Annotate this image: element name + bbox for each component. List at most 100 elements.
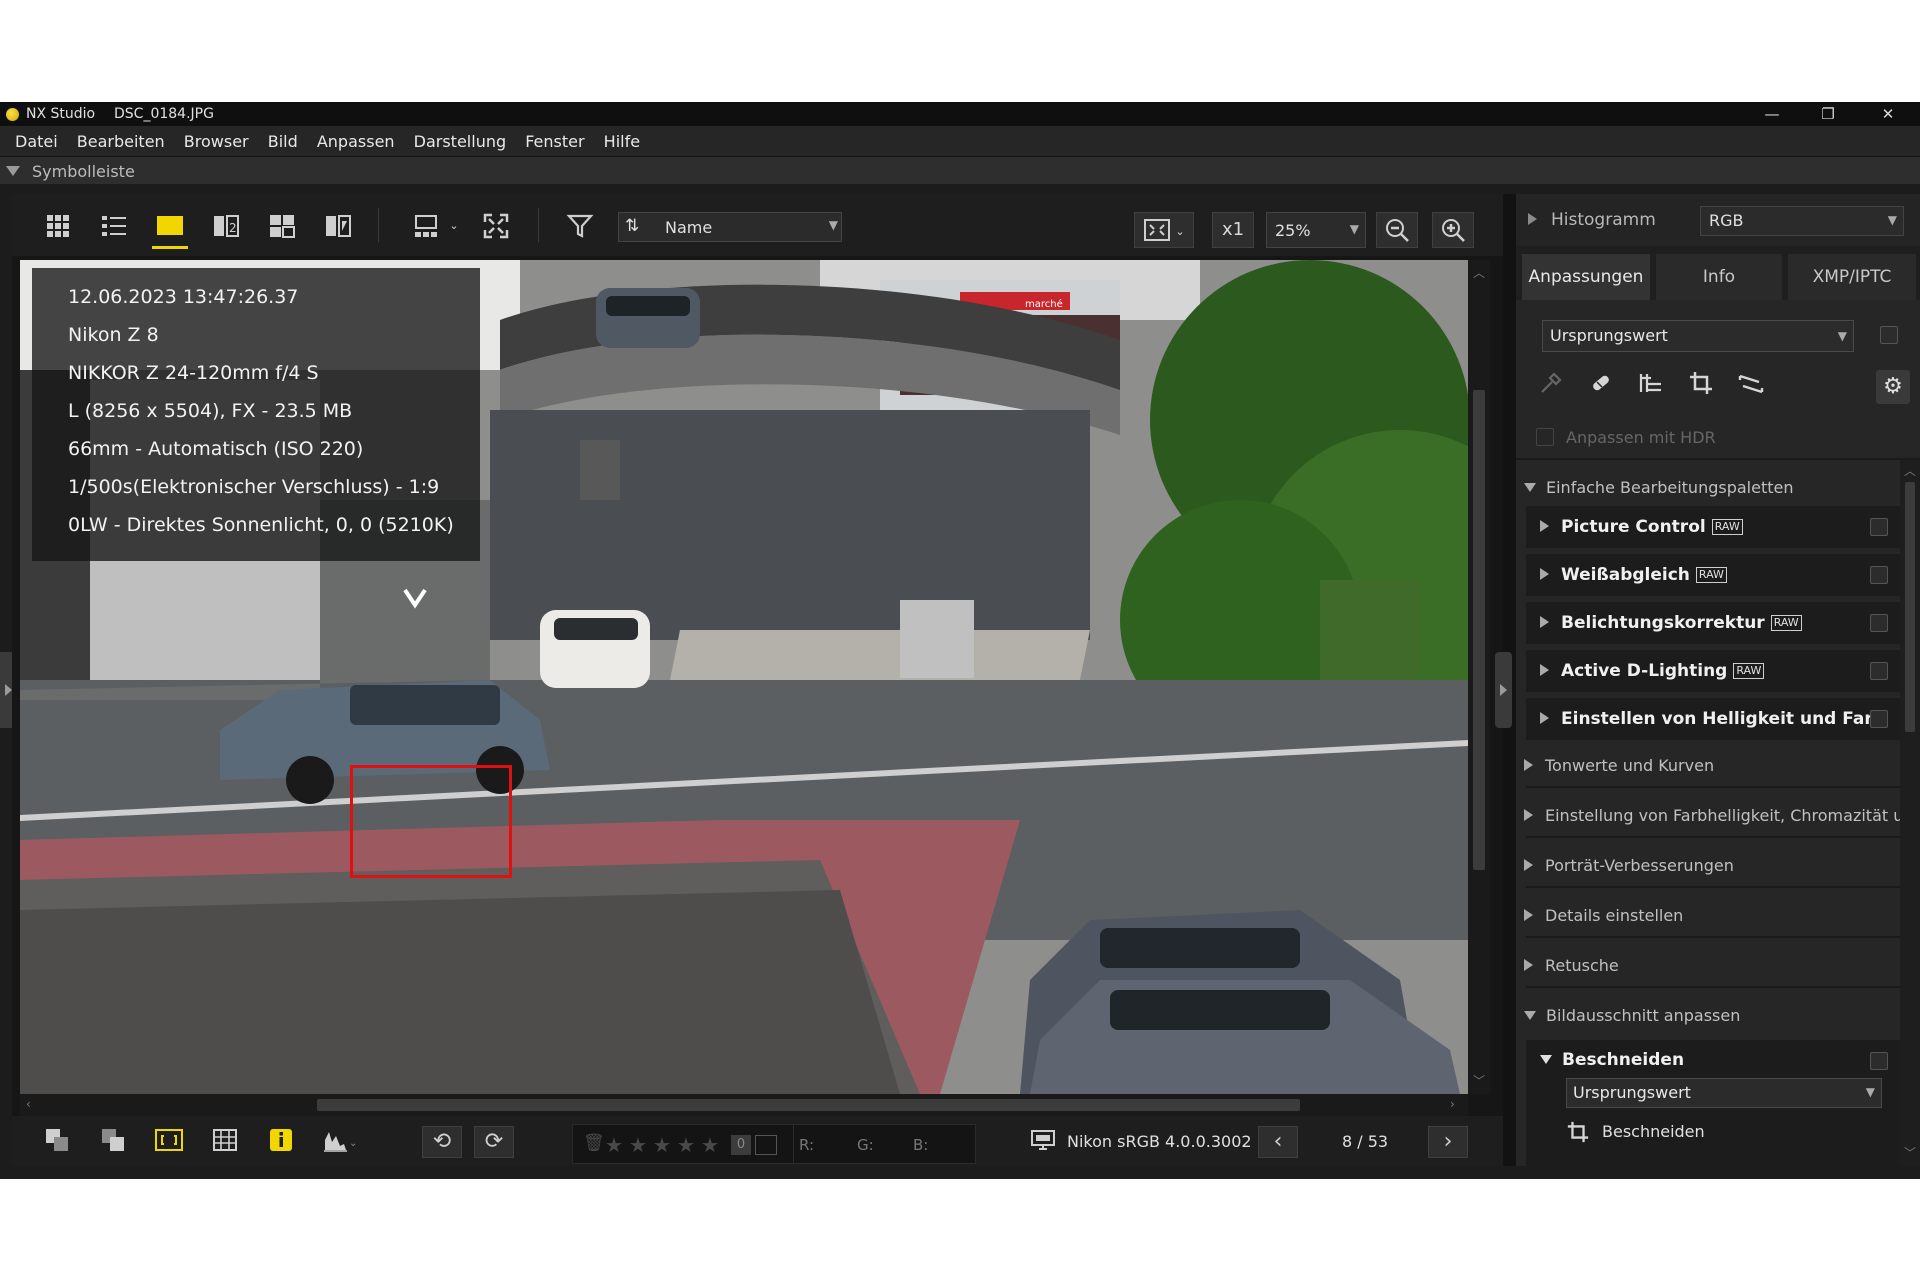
- focus-point-toggle-icon[interactable]: [154, 1126, 184, 1156]
- palette-white-balance[interactable]: Weißabgleich RAW: [1526, 554, 1900, 596]
- palette-checkbox[interactable]: [1870, 662, 1888, 680]
- palette-active-d-lighting[interactable]: Active D-Lighting RAW: [1526, 650, 1900, 692]
- layer-back-icon[interactable]: [98, 1126, 128, 1156]
- photo-canvas[interactable]: marché 12.06.2023 13:47:26.37 Nikon Z 8 …: [20, 260, 1468, 1094]
- actual-size-button[interactable]: x1: [1212, 212, 1254, 248]
- crop-title[interactable]: Beschneiden: [1540, 1050, 1684, 1070]
- hdr-checkbox[interactable]: [1536, 428, 1554, 446]
- histogram-overlay-icon[interactable]: ⌄: [322, 1126, 357, 1156]
- menu-bild[interactable]: Bild: [268, 126, 298, 151]
- section-portrait[interactable]: Porträt-Verbesserungen: [1524, 856, 1734, 875]
- previous-image-button[interactable]: ‹: [1258, 1126, 1298, 1158]
- restore-button[interactable]: ❐: [1800, 102, 1856, 126]
- tab-xmp-iptc[interactable]: XMP/IPTC: [1788, 254, 1916, 300]
- crop-preset-select[interactable]: Ursprungswert ▼: [1566, 1078, 1882, 1108]
- next-image-button[interactable]: ›: [1428, 1126, 1468, 1158]
- palette-checkbox[interactable]: [1870, 710, 1888, 728]
- sort-select[interactable]: ⇅ Name ▼: [618, 212, 842, 242]
- menu-datei[interactable]: Datei: [15, 126, 58, 151]
- palette-exposure-compensation[interactable]: Belichtungskorrektur RAW: [1526, 602, 1900, 644]
- menu-fenster[interactable]: Fenster: [525, 126, 584, 151]
- menu-darstellung[interactable]: Darstellung: [414, 126, 506, 151]
- right-scroll-thumb[interactable]: [1905, 482, 1915, 732]
- straighten-icon[interactable]: [1636, 370, 1666, 400]
- scroll-down-icon[interactable]: ﹀: [1473, 1072, 1485, 1089]
- minimize-button[interactable]: —: [1744, 102, 1800, 126]
- right-panel-scrollbar[interactable]: ︿ ﹀: [1900, 460, 1920, 1166]
- histogram-header[interactable]: Histogramm RGB ▼: [1516, 194, 1920, 246]
- scroll-right-icon[interactable]: ›: [1450, 1097, 1455, 1111]
- info-overlay-toggle-icon[interactable]: [266, 1126, 296, 1156]
- crop-tool-icon[interactable]: [1566, 1120, 1594, 1148]
- scroll-up-icon[interactable]: ︿: [1473, 264, 1485, 281]
- protect-icon[interactable]: [755, 1135, 777, 1155]
- section-crop-adjust[interactable]: Bildausschnitt anpassen: [1524, 1006, 1740, 1025]
- scroll-up-icon[interactable]: ︿: [1904, 462, 1916, 479]
- tab-info[interactable]: Info: [1656, 254, 1782, 300]
- section-tone-curves[interactable]: Tonwerte und Kurven: [1524, 756, 1714, 775]
- rotate-left-button[interactable]: ⟲: [422, 1126, 462, 1158]
- collapsed-arrow-icon: [1524, 809, 1533, 821]
- layout-dropdown-caret-icon[interactable]: ⌄: [440, 212, 468, 240]
- settings-gear-icon[interactable]: ⚙: [1876, 370, 1910, 404]
- vertical-scrollbar[interactable]: ︿ ﹀: [1468, 260, 1490, 1094]
- label-count-badge[interactable]: 0: [731, 1135, 751, 1155]
- scroll-left-icon[interactable]: ‹: [26, 1097, 31, 1111]
- filmstrip-layout-icon[interactable]: [412, 212, 440, 240]
- crop-tool-label[interactable]: Beschneiden: [1602, 1122, 1705, 1141]
- eyedropper-icon[interactable]: [1536, 370, 1566, 400]
- horizontal-scroll-thumb[interactable]: [317, 1099, 1300, 1111]
- svg-text:⌄: ⌄: [349, 1138, 356, 1149]
- perspective-icon[interactable]: [1736, 370, 1766, 400]
- palette-brightness-color[interactable]: Einstellen von Helligkeit und Farb: [1526, 698, 1900, 740]
- close-button[interactable]: ✕: [1860, 102, 1916, 126]
- palette-picture-control[interactable]: Picture Control RAW: [1526, 506, 1900, 548]
- rating-star-5[interactable]: ★: [701, 1133, 719, 1157]
- preset-checkbox[interactable]: [1880, 326, 1898, 344]
- before-after-icon[interactable]: [324, 212, 352, 240]
- reject-icon[interactable]: 🗑: [583, 1133, 605, 1153]
- rating-star-4[interactable]: ★: [677, 1133, 695, 1157]
- right-panel-toggle[interactable]: [1495, 652, 1512, 728]
- vertical-scroll-thumb[interactable]: [1473, 390, 1485, 870]
- retouch-brush-icon[interactable]: [1586, 370, 1616, 400]
- fit-to-window-button[interactable]: ⌄: [1134, 212, 1194, 248]
- thumbnail-grid-icon[interactable]: [44, 212, 72, 240]
- histogram-channel-select[interactable]: RGB ▼: [1700, 206, 1904, 236]
- zoom-in-button[interactable]: [1432, 212, 1474, 248]
- scroll-down-icon[interactable]: ﹀: [1904, 1144, 1916, 1161]
- symbolbar-header[interactable]: Symbolleiste: [0, 156, 1920, 184]
- palette-checkbox[interactable]: [1870, 614, 1888, 632]
- horizontal-scrollbar[interactable]: ‹ ›: [20, 1094, 1468, 1116]
- section-details[interactable]: Details einstellen: [1524, 906, 1683, 925]
- layer-front-icon[interactable]: [42, 1126, 72, 1156]
- crop-icon[interactable]: [1686, 370, 1716, 400]
- menu-browser[interactable]: Browser: [184, 126, 249, 151]
- menu-hilfe[interactable]: Hilfe: [604, 126, 640, 151]
- tab-anpassungen[interactable]: Anpassungen: [1522, 254, 1650, 300]
- rotate-right-button[interactable]: ⟳: [474, 1126, 514, 1158]
- rating-star-2[interactable]: ★: [629, 1133, 647, 1157]
- rating-star-1[interactable]: ★: [605, 1133, 623, 1157]
- menu-bearbeiten[interactable]: Bearbeiten: [77, 126, 165, 151]
- crop-checkbox[interactable]: [1870, 1052, 1888, 1070]
- zoom-select[interactable]: 25% ▼: [1266, 212, 1366, 248]
- menu-anpassen[interactable]: Anpassen: [317, 126, 395, 151]
- section-retouch[interactable]: Retusche: [1524, 956, 1619, 975]
- filter-icon[interactable]: [566, 212, 594, 240]
- adjustment-preset-select[interactable]: Ursprungswert ▼: [1542, 320, 1854, 352]
- section-basic-palettes[interactable]: Einfache Bearbeitungspaletten: [1524, 478, 1793, 497]
- list-view-icon[interactable]: [100, 212, 128, 240]
- zoom-out-button[interactable]: [1376, 212, 1418, 248]
- expand-arrow-icon[interactable]: [1528, 213, 1537, 225]
- compare-four-icon[interactable]: [268, 212, 296, 240]
- section-color-luminance[interactable]: Einstellung von Farbhelligkeit, Chromazi…: [1524, 806, 1900, 825]
- grid-overlay-icon[interactable]: [210, 1126, 240, 1156]
- rating-star-3[interactable]: ★: [653, 1133, 671, 1157]
- full-screen-icon[interactable]: [482, 212, 510, 240]
- collapse-arrow-icon[interactable]: [6, 166, 20, 176]
- palette-checkbox[interactable]: [1870, 518, 1888, 536]
- palette-checkbox[interactable]: [1870, 566, 1888, 584]
- compare-two-icon[interactable]: 2: [212, 212, 240, 240]
- single-image-view-icon[interactable]: [152, 212, 188, 249]
